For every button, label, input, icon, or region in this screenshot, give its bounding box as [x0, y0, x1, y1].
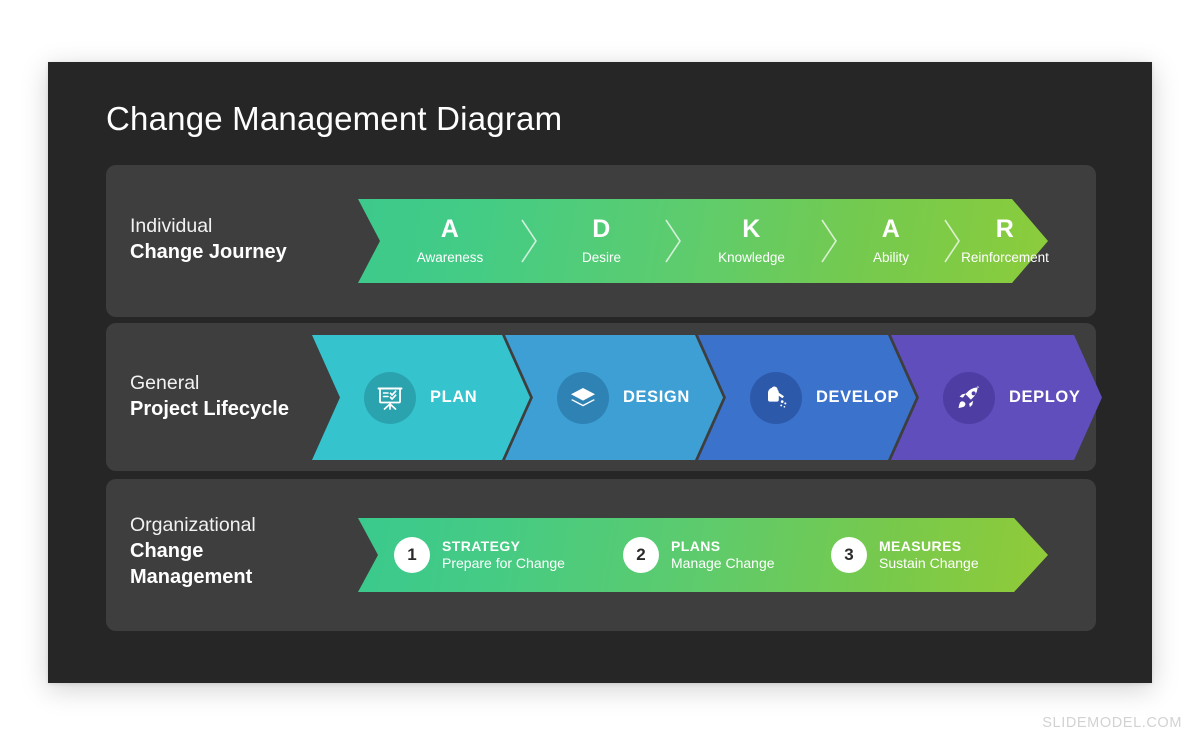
row-label-line2: Change	[130, 540, 204, 563]
row-label-line1: Organizational	[130, 514, 256, 536]
adkar-step-desire[interactable]: D Desire	[539, 199, 664, 283]
adkar-word: Ability	[872, 250, 909, 266]
lifecycle-step-label: PLAN	[430, 388, 478, 406]
step-number-badge: 3	[831, 537, 867, 573]
lifecycle-step-label: DEVELOP	[816, 388, 900, 406]
watermark-slidemodel: SLIDEMODEL.COM	[1042, 715, 1182, 731]
org-step-subtitle: Sustain Change	[879, 555, 979, 571]
lifecycle-step-label: DESIGN	[623, 388, 690, 406]
adkar-letter: A	[881, 215, 901, 244]
org-step-measures[interactable]: 3 MEASURES Sustain Change	[831, 518, 979, 592]
lifecycle-step-design[interactable]: DESIGN	[505, 335, 723, 460]
lifecycle-step-deploy[interactable]: DEPLOY	[891, 335, 1102, 460]
organizational-arrow-group: 1 STRATEGY Prepare for Change 2 PLANS Ma…	[358, 518, 1048, 592]
adkar-arrow-group: A Awareness D Desire K Knowledge A Abili…	[358, 199, 1049, 283]
layers-icon	[557, 372, 609, 424]
adkar-letter: K	[742, 215, 761, 244]
row-label-line3: Management	[130, 566, 253, 589]
row-label-line1: General	[130, 372, 200, 394]
panel-individual-change-journey: Individual Change Journey A Awareness D …	[106, 165, 1096, 317]
lifecycle-chevron-group: PLAN DESIGN DEVELOP DEPLOY	[312, 335, 1074, 460]
row-label-organizational: Organizational Change Management	[130, 513, 256, 590]
chevron-separator-icon-3	[820, 218, 839, 264]
org-step-subtitle: Manage Change	[671, 555, 775, 571]
chevron-separator-icon-4	[943, 218, 962, 264]
org-step-title: PLANS	[671, 537, 721, 554]
panel-organizational-change-management: Organizational Change Management 1 STRAT…	[106, 479, 1096, 631]
adkar-step-awareness[interactable]: A Awareness	[380, 199, 520, 283]
adkar-letter: D	[592, 215, 611, 244]
step-number-badge: 1	[394, 537, 430, 573]
panel-general-project-lifecycle: General Project Lifecycle PLAN DESIGN DE…	[106, 323, 1096, 471]
row-label-individual: Individual Change Journey	[130, 214, 287, 265]
lifecycle-step-label: DEPLOY	[1009, 388, 1081, 406]
org-step-plans[interactable]: 2 PLANS Manage Change	[623, 518, 775, 592]
org-step-title: MEASURES	[879, 537, 962, 554]
presentation-board-icon	[364, 372, 416, 424]
lifecycle-step-plan[interactable]: PLAN	[312, 335, 530, 460]
chevron-separator-icon-1	[520, 218, 539, 264]
page-title: Change Management Diagram	[106, 100, 563, 137]
row-label-line2: Project Lifecycle	[130, 398, 289, 421]
adkar-step-reinforcement[interactable]: R Reinforcement	[961, 199, 1049, 283]
row-label-general: General Project Lifecycle	[130, 371, 289, 422]
step-number-badge: 2	[623, 537, 659, 573]
presentation-slide: Change Management Diagram Individual Cha…	[48, 62, 1152, 683]
chevron-separator-icon-2	[664, 218, 683, 264]
row-label-line2: Change Journey	[130, 241, 287, 264]
adkar-letter: A	[440, 215, 460, 244]
adkar-word: Reinforcement	[961, 250, 1049, 266]
org-step-subtitle: Prepare for Change	[442, 555, 565, 571]
adkar-word: Awareness	[416, 250, 484, 266]
watering-can-icon	[750, 372, 802, 424]
adkar-word: Desire	[581, 250, 621, 266]
adkar-step-ability[interactable]: A Ability	[839, 199, 943, 283]
adkar-word: Knowledge	[718, 250, 785, 266]
adkar-step-knowledge[interactable]: K Knowledge	[683, 199, 820, 283]
adkar-letter: R	[995, 215, 1015, 244]
screenshot-canvas: Change Management Diagram Individual Cha…	[0, 0, 1200, 743]
org-step-strategy[interactable]: 1 STRATEGY Prepare for Change	[394, 518, 565, 592]
lifecycle-step-develop[interactable]: DEVELOP	[698, 335, 916, 460]
rocket-icon	[943, 372, 995, 424]
org-step-title: STRATEGY	[442, 537, 521, 554]
row-label-line1: Individual	[130, 215, 213, 237]
